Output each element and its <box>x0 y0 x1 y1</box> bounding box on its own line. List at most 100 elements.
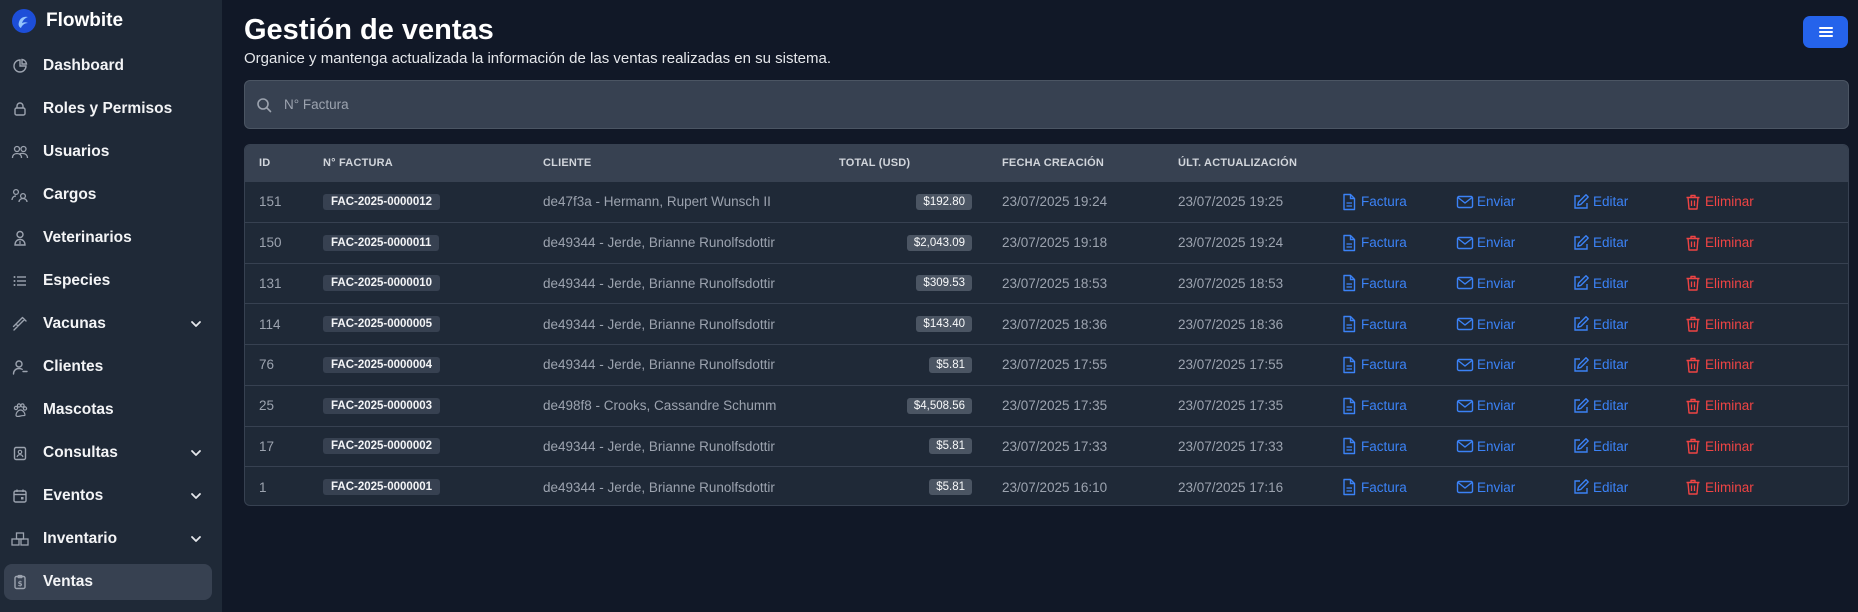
delete-button[interactable]: Eliminar <box>1684 234 1754 252</box>
send-button[interactable]: Enviar <box>1456 274 1515 292</box>
row-id: 76 <box>259 357 275 373</box>
send-button[interactable]: Enviar <box>1456 234 1515 252</box>
row-created-date: 23/07/2025 17:33 <box>1002 438 1108 454</box>
send-button[interactable]: Enviar <box>1456 356 1515 374</box>
send-label: Enviar <box>1477 275 1516 291</box>
invoice-button[interactable]: Factura <box>1340 274 1407 292</box>
row-client: de47f3a - Hermann, Rupert Wunsch II <box>543 194 771 210</box>
row-created-date: 23/07/2025 17:55 <box>1002 357 1108 373</box>
sidebar-item-especies[interactable]: Especies <box>4 263 212 299</box>
row-client: de49344 - Jerde, Brianne Runolfsdottir <box>543 316 775 332</box>
send-button[interactable]: Enviar <box>1456 315 1515 333</box>
delete-button[interactable]: Eliminar <box>1684 437 1754 455</box>
sidebar-item-label: Consultas <box>43 444 118 461</box>
invoice-button[interactable]: Factura <box>1340 315 1407 333</box>
sidebar-item-vacunas[interactable]: Vacunas <box>4 306 212 342</box>
row-updated-date: 23/07/2025 18:53 <box>1178 275 1284 291</box>
send-button[interactable]: Enviar <box>1456 437 1515 455</box>
edit-button[interactable]: Editar <box>1572 274 1628 292</box>
send-button[interactable]: Enviar <box>1456 397 1515 415</box>
sidebar-item-veterinarios[interactable]: Veterinarios <box>4 220 212 256</box>
sidebar-item-inventario[interactable]: Inventario <box>4 521 212 557</box>
table-header: ID N° FACTURA CLIENTE TOTAL (USD) FECHA … <box>245 145 1848 181</box>
send-label: Enviar <box>1477 438 1516 454</box>
envelope-icon <box>1456 397 1474 415</box>
chevron-down-icon[interactable] <box>186 318 206 330</box>
delete-button[interactable]: Eliminar <box>1684 193 1754 211</box>
row-total: $192.80 <box>839 193 988 210</box>
sidebar-item-label: Clientes <box>43 358 104 375</box>
chevron-down-icon[interactable] <box>186 490 206 502</box>
page-title: Gestión de ventas <box>244 14 494 46</box>
send-label: Enviar <box>1477 194 1516 210</box>
edit-icon <box>1572 397 1590 415</box>
sidebar-item-mascotas[interactable]: Mascotas <box>4 392 212 428</box>
brand[interactable]: Flowbite <box>12 9 123 33</box>
row-total: $5.81 <box>839 438 988 455</box>
invoice-button[interactable]: Factura <box>1340 356 1407 374</box>
row-created-date: 23/07/2025 19:24 <box>1002 194 1108 210</box>
total-badge: $143.40 <box>916 316 972 333</box>
edit-button[interactable]: Editar <box>1572 234 1628 252</box>
total-badge: $5.81 <box>929 479 972 496</box>
chart-pie-icon <box>10 56 30 76</box>
invoice-label: Factura <box>1361 438 1407 454</box>
edit-label: Editar <box>1593 438 1629 454</box>
col-header-total: TOTAL (USD) <box>839 157 911 169</box>
chevron-down-icon[interactable] <box>186 533 206 545</box>
invoice-button[interactable]: Factura <box>1340 234 1407 252</box>
sidebar-item-label: Eventos <box>43 487 104 504</box>
edit-button[interactable]: Editar <box>1572 437 1628 455</box>
invoice-label: Factura <box>1361 235 1407 251</box>
send-button[interactable]: Enviar <box>1456 478 1515 496</box>
sales-table: ID N° FACTURA CLIENTE TOTAL (USD) FECHA … <box>244 144 1849 506</box>
invoice-button[interactable]: Factura <box>1340 193 1407 211</box>
clipboard-icon <box>10 443 30 463</box>
invoice-button[interactable]: Factura <box>1340 397 1407 415</box>
invoice-button[interactable]: Factura <box>1340 437 1407 455</box>
delete-button[interactable]: Eliminar <box>1684 478 1754 496</box>
doctor-icon <box>10 228 30 248</box>
row-invoice-number: FAC-2025-0000004 <box>309 356 529 373</box>
edit-button[interactable]: Editar <box>1572 315 1628 333</box>
sidebar-item-eventos[interactable]: Eventos <box>4 478 212 514</box>
send-label: Enviar <box>1477 479 1516 495</box>
edit-icon <box>1572 315 1590 333</box>
delete-label: Eliminar <box>1705 357 1754 373</box>
edit-button[interactable]: Editar <box>1572 356 1628 374</box>
table-row: 1 FAC-2025-0000001 de49344 - Jerde, Briann… <box>245 466 1848 505</box>
edit-button[interactable]: Editar <box>1572 478 1628 496</box>
menu-button[interactable] <box>1803 16 1848 48</box>
invoice-badge: FAC-2025-0000004 <box>323 356 441 373</box>
table-row: 150 FAC-2025-0000011 de49344 - Jerde, Bria… <box>245 221 1848 263</box>
invoice-button[interactable]: Factura <box>1340 478 1407 496</box>
delete-button[interactable]: Eliminar <box>1684 315 1754 333</box>
search-bar <box>244 80 1849 129</box>
sidebar-item-cargos[interactable]: Cargos <box>4 177 212 213</box>
edit-label: Editar <box>1593 194 1629 210</box>
row-total: $5.81 <box>839 479 988 496</box>
send-button[interactable]: Enviar <box>1456 193 1515 211</box>
row-total: $2,043.09 <box>839 234 988 251</box>
chevron-down-icon[interactable] <box>186 447 206 459</box>
sidebar-item-dashboard[interactable]: Dashboard <box>4 48 212 84</box>
delete-button[interactable]: Eliminar <box>1684 397 1754 415</box>
trash-icon <box>1684 437 1702 455</box>
sidebar-item-roles-y-permisos[interactable]: Roles y Permisos <box>4 91 212 127</box>
total-badge: $309.53 <box>916 275 972 292</box>
invoice-search-input[interactable] <box>284 97 1784 112</box>
edit-button[interactable]: Editar <box>1572 193 1628 211</box>
sidebar-item-usuarios[interactable]: Usuarios <box>4 134 212 170</box>
flowbite-logo-icon <box>12 9 36 33</box>
invoice-label: Factura <box>1361 194 1407 210</box>
document-icon <box>1340 397 1358 415</box>
document-icon <box>1340 478 1358 496</box>
sidebar-item-clientes[interactable]: Clientes <box>4 349 212 385</box>
edit-button[interactable]: Editar <box>1572 397 1628 415</box>
sidebar-item-ventas[interactable]: $ Ventas <box>4 564 212 600</box>
delete-button[interactable]: Eliminar <box>1684 356 1754 374</box>
calendar-icon <box>10 486 30 506</box>
col-header-client: CLIENTE <box>543 157 592 169</box>
delete-button[interactable]: Eliminar <box>1684 274 1754 292</box>
sidebar-item-consultas[interactable]: Consultas <box>4 435 212 471</box>
